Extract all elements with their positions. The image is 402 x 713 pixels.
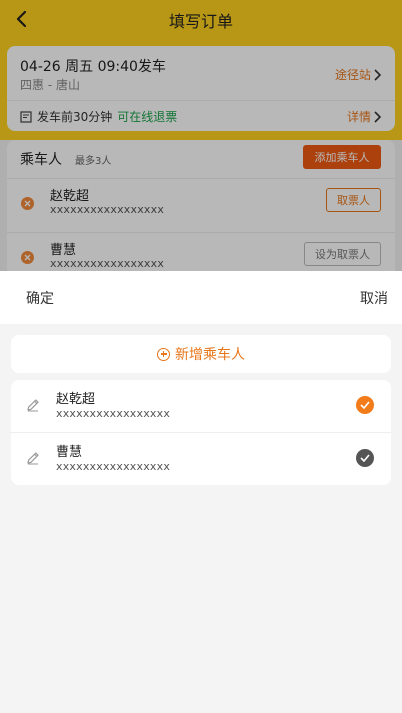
confirm-button[interactable]: 确定 — [26, 288, 54, 308]
modal-overlay[interactable] — [0, 0, 402, 271]
sheet-header: 确定 取消 — [0, 271, 402, 324]
pencil-icon[interactable] — [25, 397, 41, 413]
passenger-picker-sheet: 确定 取消 新增乘车人 赵乾超 xxxxxxxxxxxxxxxxx 曹慧 xxx… — [0, 271, 402, 713]
list-item[interactable]: 赵乾超 xxxxxxxxxxxxxxxxx — [11, 380, 391, 433]
passenger-id: xxxxxxxxxxxxxxxxx — [56, 460, 171, 473]
checkmark-unselected-icon[interactable] — [356, 449, 374, 467]
pencil-icon[interactable] — [25, 450, 41, 466]
add-new-passenger-label: 新增乘车人 — [175, 347, 245, 363]
list-item[interactable]: 曹慧 xxxxxxxxxxxxxxxxx — [11, 433, 391, 485]
passenger-list: 赵乾超 xxxxxxxxxxxxxxxxx 曹慧 xxxxxxxxxxxxxxx… — [11, 380, 391, 485]
plus-circle-icon — [157, 347, 170, 361]
check-icon — [360, 454, 370, 462]
passenger-name: 赵乾超 — [56, 392, 96, 407]
add-new-passenger-button[interactable]: 新增乘车人 — [11, 335, 391, 373]
check-icon — [360, 401, 370, 409]
passenger-id: xxxxxxxxxxxxxxxxx — [56, 407, 171, 420]
cancel-button[interactable]: 取消 — [360, 288, 388, 308]
passenger-name: 曹慧 — [56, 445, 83, 460]
checkmark-selected-icon[interactable] — [356, 396, 374, 414]
